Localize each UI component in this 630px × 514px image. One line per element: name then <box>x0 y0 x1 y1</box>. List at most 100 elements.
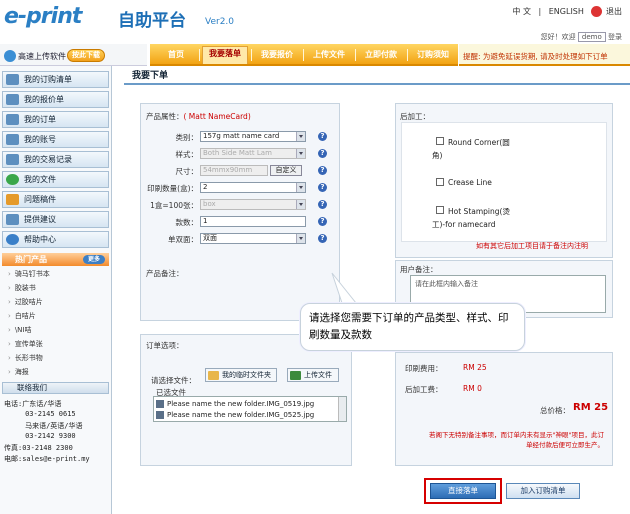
style-label: 样式： <box>175 150 199 159</box>
selected-files-list[interactable]: Please name the new folder.IMG_0519.jpg … <box>153 396 347 422</box>
user-note-label: 用户备注： <box>400 265 438 274</box>
lang-en-link[interactable]: ENGLISH <box>549 7 584 16</box>
help-icon[interactable]: ? <box>318 234 327 243</box>
main-nav: 首页 我要落单 我要报价 上传文件 立即付款 订购须知 <box>150 44 458 66</box>
help-icon[interactable]: ? <box>318 132 327 141</box>
help-icon[interactable]: ? <box>318 183 327 192</box>
product-link[interactable]: 过胶咭片 <box>8 297 43 307</box>
upload-icon <box>290 371 301 380</box>
sidebar-item-account[interactable]: 我的账号 <box>2 131 109 148</box>
file-item[interactable]: Please name the new folder.IMG_0525.jpg <box>156 411 314 419</box>
design-count-label: 款数： <box>175 218 199 227</box>
select-file-label: 请选择文件： <box>151 376 196 385</box>
nav-quote[interactable]: 我要报价 <box>254 48 300 62</box>
product-link[interactable]: \NI咭 <box>8 325 32 335</box>
contact-header: 联络我们 <box>2 382 109 394</box>
image-file-icon <box>156 411 164 419</box>
sidebar-item-problem-files[interactable]: 问题稿件 <box>2 191 109 208</box>
tooltip-callout: 请选择您需要下订单的产品类型、样式、印刷数量及款数 <box>300 303 525 351</box>
design-count-input[interactable]: 1 <box>200 216 306 227</box>
help-icon[interactable]: ? <box>318 200 327 209</box>
category-select[interactable]: 157g matt name card <box>200 131 306 142</box>
upload-file-button[interactable]: 上传文件 <box>287 368 339 382</box>
top-links: 中 文 | ENGLISH 退出 <box>512 6 622 17</box>
lang-cn-link[interactable]: 中 文 <box>512 7 531 16</box>
notice-banner[interactable]: 提醒: 为避免延误货期, 请及时处理如下订单 <box>459 44 630 66</box>
sidebar-item-help[interactable]: 帮助中心 <box>2 231 109 248</box>
contact-line: 03-2145 0615 <box>4 410 76 418</box>
hot-stamping-label: Hot Stamping(烫 <box>448 207 510 216</box>
transaction-icon <box>6 154 19 165</box>
help-icon[interactable]: ? <box>318 166 327 175</box>
more-button[interactable]: 更多 <box>83 255 105 264</box>
quote-icon <box>6 94 19 105</box>
file-item[interactable]: Please name the new folder.IMG_0519.jpg <box>156 400 314 408</box>
help-icon[interactable]: ? <box>318 217 327 226</box>
post-note: 如有其它后加工项目请于备注内注明 <box>476 242 588 250</box>
page-title: 我要下单 <box>124 68 630 85</box>
post-processing-label: 后加工： <box>400 112 430 121</box>
exit-icon[interactable] <box>591 6 603 17</box>
product-note-label: 产品备注： <box>146 269 184 278</box>
list-icon <box>6 74 19 85</box>
sidebar-item-quotes[interactable]: 我的报价单 <box>2 91 109 108</box>
print-fee-value: RM 25 <box>463 363 487 372</box>
disclaimer: 若阁下无特别备注事项，而订单内未有显示"神眼"项目，此订单经付款后便可立即生产。 <box>429 431 604 449</box>
size-field: 54mmx90mm <box>200 165 268 176</box>
crease-line-label: Crease Line <box>448 178 492 187</box>
sidebar-item-order-list[interactable]: 我的订购清单 <box>2 71 109 88</box>
style-select: Both Side Matt Lam <box>200 148 306 159</box>
contact-line: 电邮:sales@e-print.my <box>4 455 90 463</box>
product-link[interactable]: 长形书物 <box>8 353 43 363</box>
add-to-list-button[interactable]: 加入订购清单 <box>506 483 580 499</box>
product-link[interactable]: 白咭片 <box>8 311 36 321</box>
download-button[interactable]: 按此下载 <box>67 49 105 62</box>
nav-place-order[interactable]: 我要落单 <box>202 46 248 64</box>
crease-line-checkbox[interactable] <box>436 178 444 186</box>
my-folder-button[interactable]: 我的临时文件夹 <box>205 368 277 382</box>
nav-pay[interactable]: 立即付款 <box>358 48 404 62</box>
quantity-select[interactable]: 2 <box>200 182 306 193</box>
product-link[interactable]: 宣传单张 <box>8 339 43 349</box>
order-icon <box>6 114 19 125</box>
hot-stamping-checkbox[interactable] <box>436 206 444 214</box>
help-icon[interactable]: ? <box>318 149 327 158</box>
image-file-icon <box>156 400 164 408</box>
sides-label: 单双面： <box>168 235 198 244</box>
nav-upload[interactable]: 上传文件 <box>306 48 352 62</box>
round-corner-label: Round Corner(圆 <box>448 138 510 147</box>
nav-home[interactable]: 首页 <box>156 48 196 62</box>
quantity-label: 印刷数量(盒)： <box>147 184 198 193</box>
logo-subtitle: 自助平台 <box>118 11 186 31</box>
submit-order-button[interactable]: 直接落单 <box>430 483 496 499</box>
order-options-label: 订单选项： <box>146 341 184 350</box>
product-link[interactable]: 海报 <box>8 367 29 377</box>
sidebar: 我的订购清单 我的报价单 我的订单 我的账号 我的交易记录 我的文件 问题稿件 … <box>0 66 112 514</box>
exit-link[interactable]: 退出 <box>606 7 622 16</box>
total-label: 总价格： <box>540 406 570 415</box>
sidebar-item-suggestions[interactable]: 提供建议 <box>2 211 109 228</box>
custom-size-button[interactable]: 自定义 <box>270 165 302 176</box>
product-link[interactable]: 胶装书 <box>8 283 36 293</box>
file-list-scrollbar[interactable] <box>338 397 346 421</box>
contact-line: 电话:广东话/华语 <box>4 400 62 408</box>
folder-icon <box>208 371 219 380</box>
sides-select[interactable]: 双面 <box>200 233 306 244</box>
file-icon <box>6 174 19 185</box>
contact-line: 03-2142 9300 <box>4 432 76 440</box>
username-box: demo <box>577 32 606 42</box>
sidebar-item-orders[interactable]: 我的订单 <box>2 111 109 128</box>
round-corner-checkbox[interactable] <box>436 137 444 145</box>
sidebar-item-transactions[interactable]: 我的交易记录 <box>2 151 109 168</box>
logo: e-print <box>4 4 82 29</box>
product-link[interactable]: 骑马钉书本 <box>8 269 50 279</box>
sidebar-item-files[interactable]: 我的文件 <box>2 171 109 188</box>
version-label: Ver2.0 <box>205 17 235 27</box>
total-value: RM 25 <box>573 402 609 413</box>
category-label: 类别： <box>175 133 199 142</box>
size-label: 尺寸： <box>175 167 199 176</box>
nav-order-info[interactable]: 订购须知 <box>410 48 456 62</box>
help-center-icon <box>6 234 19 245</box>
post-fee-value: RM 0 <box>463 384 482 393</box>
user-greeting: 您好！欢迎 demo 登录 <box>540 32 622 42</box>
